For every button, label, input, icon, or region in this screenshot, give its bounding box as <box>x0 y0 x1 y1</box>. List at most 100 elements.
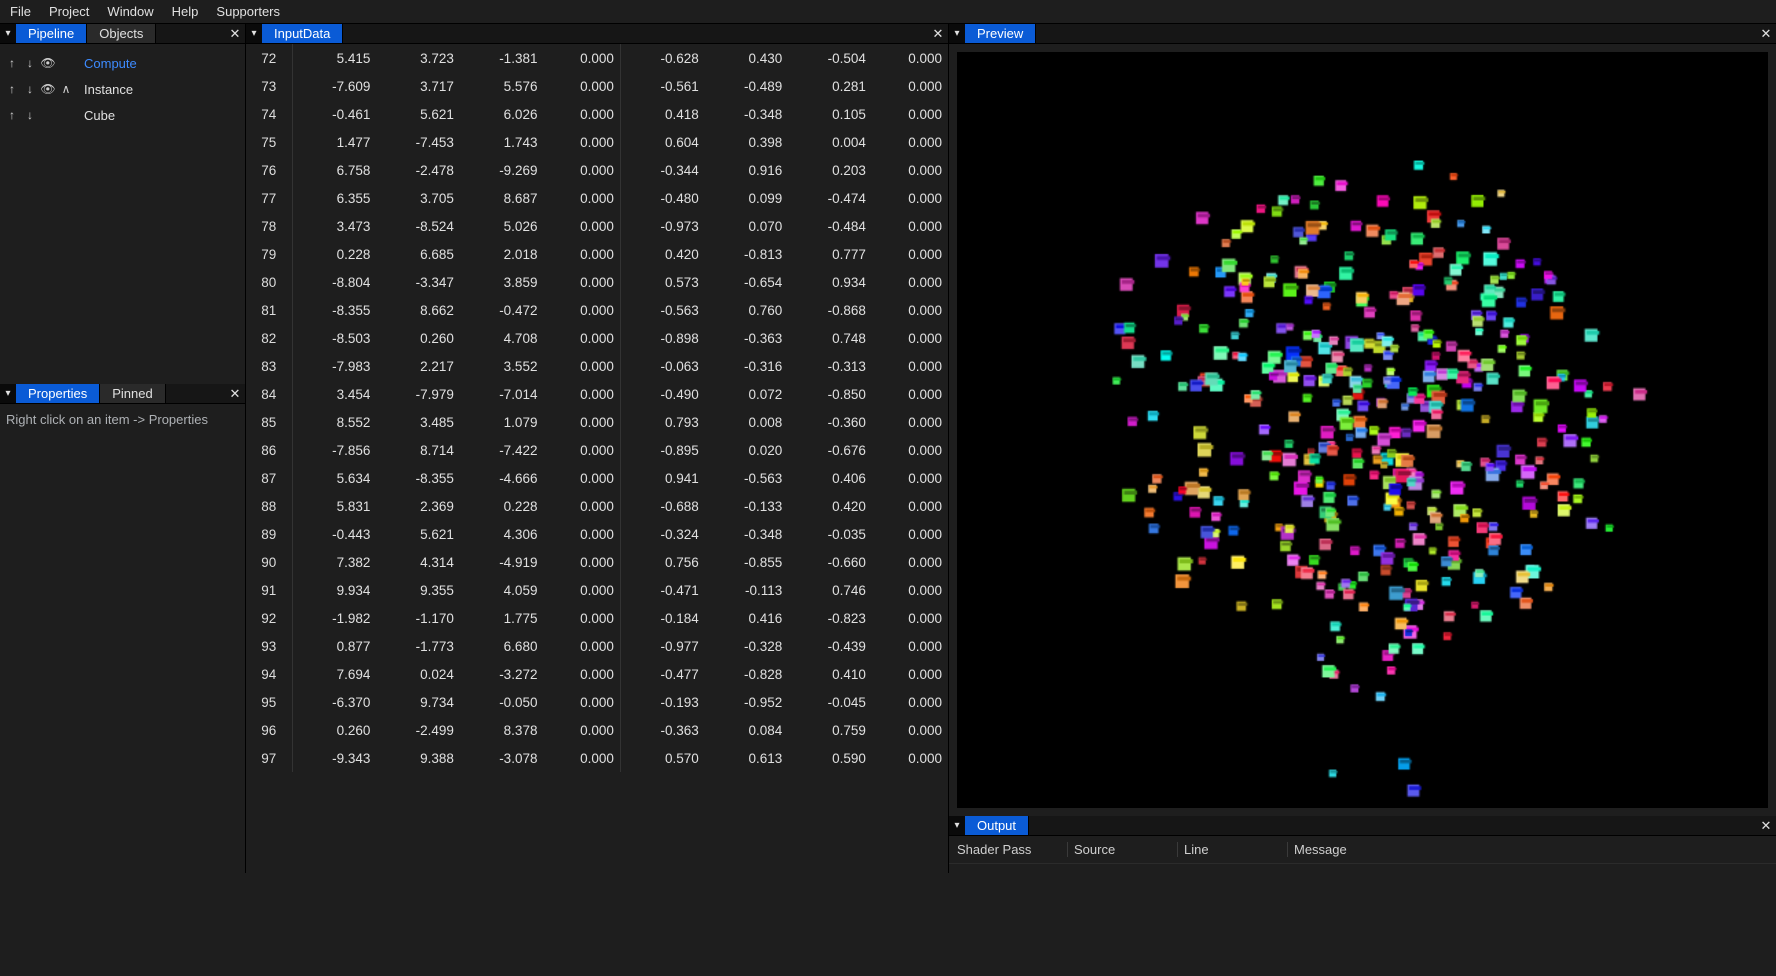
tab-pipeline[interactable]: Pipeline <box>16 24 87 43</box>
menu-window[interactable]: Window <box>107 4 153 19</box>
inputdata-dropdown-icon[interactable]: ▾ <box>246 24 262 43</box>
data-row[interactable]: 843.454-7.979-7.0140.000-0.4900.072-0.85… <box>246 380 948 408</box>
move-down-icon[interactable]: ↓ <box>22 108 38 122</box>
output-panel: Shader Pass Source Line Message <box>949 836 1776 976</box>
data-row[interactable]: 776.3553.7058.6870.000-0.4800.099-0.4740… <box>246 184 948 212</box>
data-cell: -0.348 <box>705 520 789 548</box>
data-cell: 6.685 <box>376 240 460 268</box>
data-row[interactable]: 885.8312.3690.2280.000-0.688-0.1330.4200… <box>246 492 948 520</box>
pipeline-close-icon[interactable]: ✕ <box>225 24 245 43</box>
data-row[interactable]: 97-9.3439.388-3.0780.0000.5700.6130.5900… <box>246 744 948 772</box>
menu-file[interactable]: File <box>10 4 31 19</box>
menu-project[interactable]: Project <box>49 4 89 19</box>
properties-close-icon[interactable]: ✕ <box>225 384 245 403</box>
data-cell: 0.000 <box>872 716 948 744</box>
data-row[interactable]: 95-6.3709.734-0.0500.000-0.193-0.952-0.0… <box>246 688 948 716</box>
preview-viewport[interactable] <box>957 52 1768 808</box>
output-col-shaderpass[interactable]: Shader Pass <box>957 842 1067 857</box>
data-cell: 3.454 <box>292 380 376 408</box>
data-cell: 0.000 <box>872 212 948 240</box>
row-index: 86 <box>246 436 292 464</box>
output-dropdown-icon[interactable]: ▾ <box>949 816 965 835</box>
menu-supporters[interactable]: Supporters <box>216 4 280 19</box>
output-col-source[interactable]: Source <box>1067 842 1177 857</box>
data-cell: 0.020 <box>705 436 789 464</box>
pipeline-tabs: ▾ Pipeline Objects ✕ <box>0 24 245 44</box>
data-row[interactable]: 86-7.8568.714-7.4220.000-0.8950.020-0.67… <box>246 436 948 464</box>
move-up-icon[interactable]: ↑ <box>4 82 20 96</box>
data-cell: 0.000 <box>872 548 948 576</box>
data-cell: 4.708 <box>460 324 544 352</box>
tab-properties[interactable]: Properties <box>16 384 100 403</box>
data-cell: 0.000 <box>543 72 620 100</box>
visibility-icon[interactable]: 👁 <box>40 56 56 70</box>
data-row[interactable]: 73-7.6093.7175.5760.000-0.561-0.4890.281… <box>246 72 948 100</box>
data-row[interactable]: 919.9349.3554.0590.000-0.471-0.1130.7460… <box>246 576 948 604</box>
data-cell: 3.859 <box>460 268 544 296</box>
pipeline-item-cube[interactable]: ↑↓Cube <box>4 102 241 128</box>
menu-help[interactable]: Help <box>172 4 199 19</box>
data-cell: 0.000 <box>543 660 620 688</box>
tab-output[interactable]: Output <box>965 816 1029 835</box>
tab-inputdata[interactable]: InputData <box>262 24 343 43</box>
data-cell: -0.973 <box>620 212 704 240</box>
move-down-icon[interactable]: ↓ <box>22 82 38 96</box>
data-row[interactable]: 751.477-7.4531.7430.0000.6040.3980.0040.… <box>246 128 948 156</box>
data-cell: 0.420 <box>788 492 872 520</box>
data-cell: 0.072 <box>705 380 789 408</box>
move-up-icon[interactable]: ↑ <box>4 108 20 122</box>
data-row[interactable]: 875.634-8.355-4.6660.0000.941-0.5630.406… <box>246 464 948 492</box>
data-cell: 0.410 <box>788 660 872 688</box>
output-close-icon[interactable]: ✕ <box>1756 816 1776 835</box>
data-row[interactable]: 907.3824.314-4.9190.0000.756-0.855-0.660… <box>246 548 948 576</box>
data-row[interactable]: 930.877-1.7736.6800.000-0.977-0.328-0.43… <box>246 632 948 660</box>
pipeline-item-instance[interactable]: ↑↓👁∧Instance <box>4 76 241 102</box>
tab-pinned[interactable]: Pinned <box>100 384 165 403</box>
data-cell: -0.504 <box>788 44 872 72</box>
row-index: 88 <box>246 492 292 520</box>
data-cell: -0.480 <box>620 184 704 212</box>
data-row[interactable]: 766.758-2.478-9.2690.000-0.3440.9160.203… <box>246 156 948 184</box>
data-cell: -7.979 <box>376 380 460 408</box>
tab-preview[interactable]: Preview <box>965 24 1036 43</box>
data-cell: 0.000 <box>543 464 620 492</box>
data-cell: -2.478 <box>376 156 460 184</box>
data-cell: -1.982 <box>292 604 376 632</box>
move-down-icon[interactable]: ↓ <box>22 56 38 70</box>
data-row[interactable]: 82-8.5030.2604.7080.000-0.898-0.3630.748… <box>246 324 948 352</box>
data-row[interactable]: 960.260-2.4998.3780.000-0.3630.0840.7590… <box>246 716 948 744</box>
data-row[interactable]: 74-0.4615.6216.0260.0000.418-0.3480.1050… <box>246 100 948 128</box>
data-cell: 0.613 <box>705 744 789 772</box>
inputdata-tabs: ▾ InputData ✕ <box>246 24 948 44</box>
pipeline-item-compute[interactable]: ↑↓👁Compute <box>4 50 241 76</box>
data-cell: 0.000 <box>872 380 948 408</box>
data-row[interactable]: 81-8.3558.662-0.4720.000-0.5630.760-0.86… <box>246 296 948 324</box>
data-row[interactable]: 83-7.9832.2173.5520.000-0.063-0.316-0.31… <box>246 352 948 380</box>
data-cell: -0.472 <box>460 296 544 324</box>
data-row[interactable]: 92-1.982-1.1701.7750.000-0.1840.416-0.82… <box>246 604 948 632</box>
move-up-icon[interactable]: ↑ <box>4 56 20 70</box>
inputdata-scroll[interactable]: 725.4153.723-1.3810.000-0.6280.430-0.504… <box>246 44 948 873</box>
data-row[interactable]: 947.6940.024-3.2720.000-0.477-0.8280.410… <box>246 660 948 688</box>
preview-close-icon[interactable]: ✕ <box>1756 24 1776 43</box>
data-row[interactable]: 725.4153.723-1.3810.000-0.6280.430-0.504… <box>246 44 948 72</box>
properties-dropdown-icon[interactable]: ▾ <box>0 384 16 403</box>
output-col-message[interactable]: Message <box>1287 842 1768 857</box>
data-row[interactable]: 790.2286.6852.0180.0000.420-0.8130.7770.… <box>246 240 948 268</box>
data-cell: 0.406 <box>788 464 872 492</box>
data-cell: -0.489 <box>705 72 789 100</box>
preview-dropdown-icon[interactable]: ▾ <box>949 24 965 43</box>
data-row[interactable]: 858.5523.4851.0790.0000.7930.008-0.3600.… <box>246 408 948 436</box>
visibility-icon[interactable]: 👁 <box>40 82 56 96</box>
data-row[interactable]: 783.473-8.5245.0260.000-0.9730.070-0.484… <box>246 212 948 240</box>
data-row[interactable]: 80-8.804-3.3473.8590.0000.573-0.6540.934… <box>246 268 948 296</box>
data-cell: -0.313 <box>788 352 872 380</box>
tab-objects[interactable]: Objects <box>87 24 156 43</box>
inputdata-close-icon[interactable]: ✕ <box>928 24 948 43</box>
data-row[interactable]: 89-0.4435.6214.3060.000-0.324-0.348-0.03… <box>246 520 948 548</box>
pipeline-dropdown-icon[interactable]: ▾ <box>0 24 16 43</box>
output-col-line[interactable]: Line <box>1177 842 1287 857</box>
data-cell: -0.363 <box>620 716 704 744</box>
collapse-icon[interactable]: ∧ <box>58 82 74 96</box>
row-index: 79 <box>246 240 292 268</box>
